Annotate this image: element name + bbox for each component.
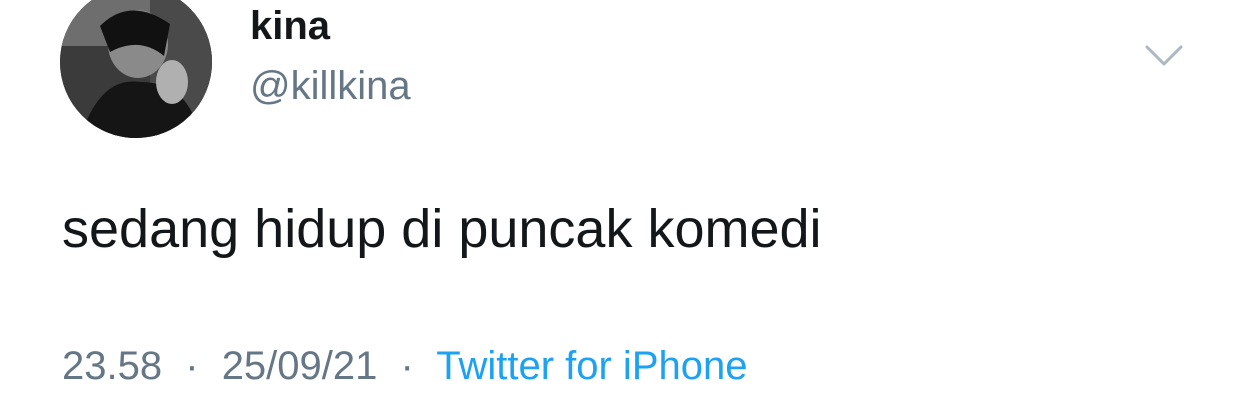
tweet-meta: 23.58 · 25/09/21 · Twitter for iPhone	[62, 346, 747, 386]
tweet-text: sedang hidup di puncak komedi	[62, 199, 822, 259]
tweet-time[interactable]: 23.58	[62, 344, 162, 388]
chevron-down-icon[interactable]	[1144, 42, 1184, 70]
meta-separator: ·	[400, 344, 414, 388]
avatar[interactable]	[60, 0, 212, 138]
meta-separator: ·	[185, 344, 199, 388]
tweet-date[interactable]: 25/09/21	[222, 344, 378, 388]
user-handle[interactable]: @killkina	[250, 66, 411, 106]
display-name[interactable]: kina	[250, 6, 330, 46]
tweet-card: kina @killkina sedang hidup di puncak ko…	[0, 0, 1242, 414]
tweet-source-link[interactable]: Twitter for iPhone	[436, 344, 747, 388]
